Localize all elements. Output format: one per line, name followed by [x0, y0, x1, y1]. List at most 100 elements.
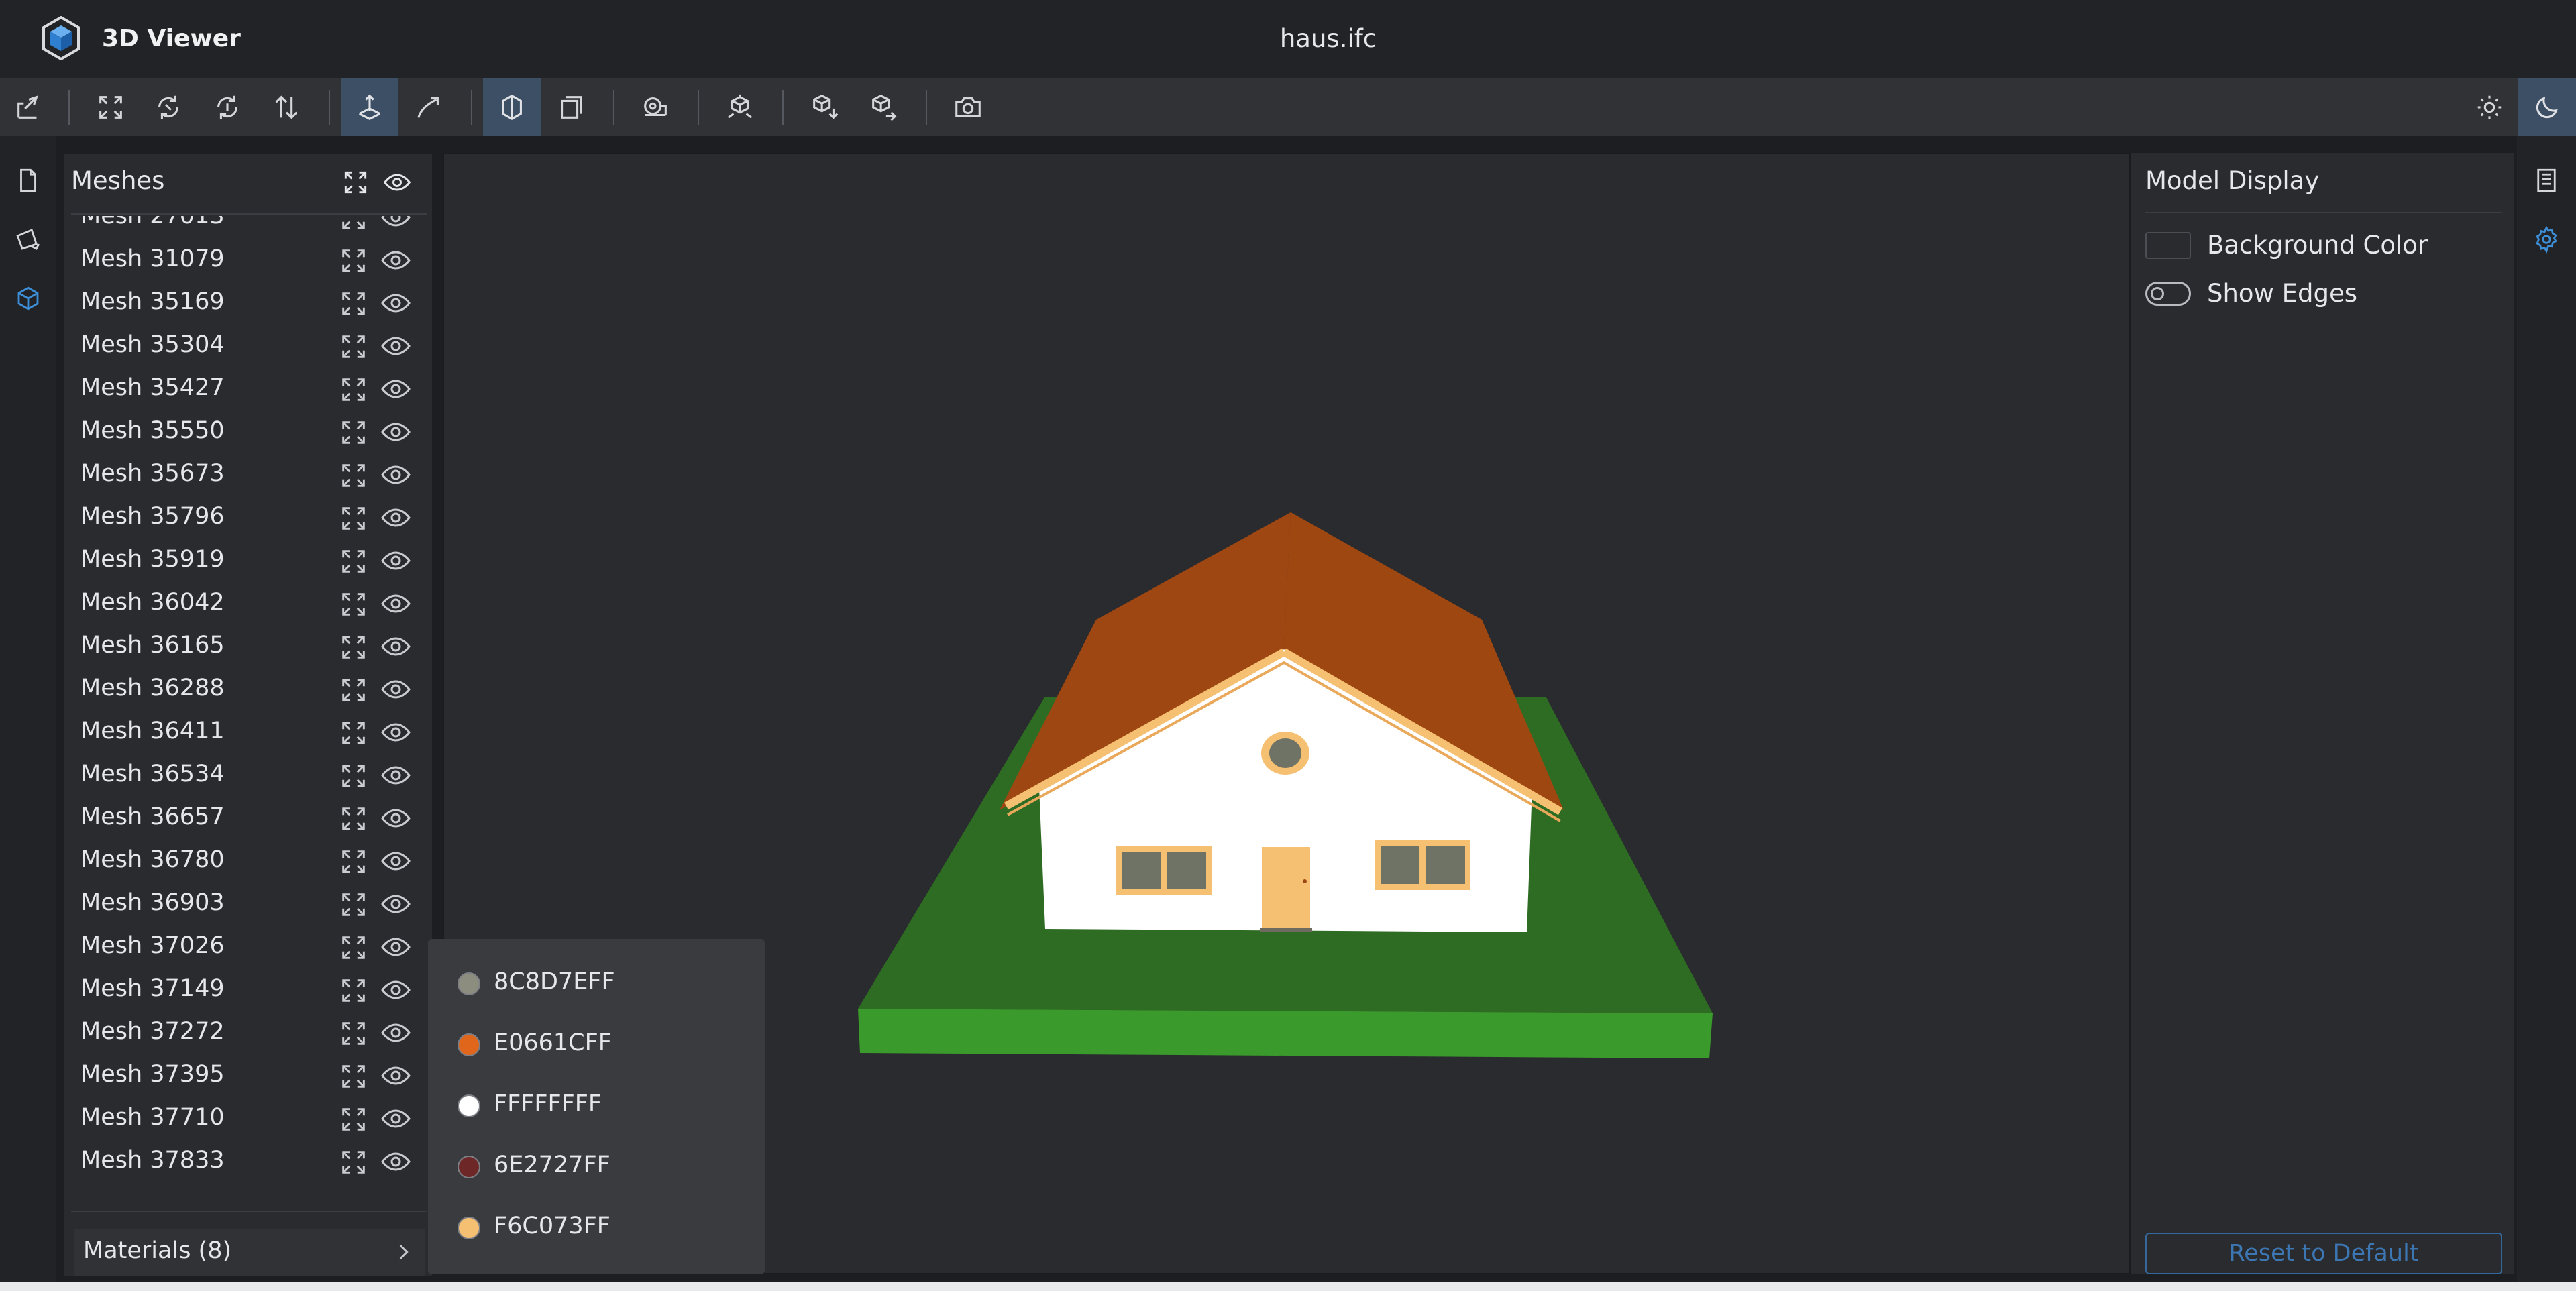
- fit-mesh-icon[interactable]: [338, 1104, 369, 1135]
- fit-mesh-icon[interactable]: [338, 288, 369, 319]
- visibility-eye-icon[interactable]: [380, 759, 412, 791]
- show-edges-toggle[interactable]: [2145, 282, 2191, 306]
- details-icon[interactable]: [2529, 163, 2564, 198]
- mesh-list-item[interactable]: Mesh 27013: [64, 216, 432, 239]
- mesh-list-item[interactable]: Mesh 35304: [64, 325, 432, 368]
- material-item[interactable]: FFFFFFFF: [458, 1085, 753, 1125]
- visibility-eye-icon[interactable]: [380, 244, 412, 276]
- fit-all-icon[interactable]: [82, 78, 140, 136]
- material-item[interactable]: F6C073FF: [458, 1207, 753, 1247]
- mesh-list-item[interactable]: Mesh 36042: [64, 582, 432, 625]
- mesh-list-item[interactable]: Mesh 35796: [64, 496, 432, 539]
- visibility-eye-icon[interactable]: [380, 330, 412, 362]
- orthographic-camera-icon[interactable]: [542, 78, 600, 136]
- mesh-list-item[interactable]: Mesh 35673: [64, 453, 432, 496]
- visibility-eye-icon[interactable]: [380, 931, 412, 963]
- mesh-list-item[interactable]: Mesh 37149: [64, 968, 432, 1011]
- fit-mesh-icon[interactable]: [338, 889, 369, 920]
- fit-mesh-icon[interactable]: [338, 417, 369, 448]
- measure-icon[interactable]: [627, 78, 684, 136]
- rotate-x-icon[interactable]: [140, 78, 197, 136]
- fit-mesh-icon[interactable]: [338, 675, 369, 706]
- mesh-list-item[interactable]: Mesh 36411: [64, 711, 432, 754]
- dark-theme-icon[interactable]: [2518, 78, 2576, 136]
- mesh-list-item[interactable]: Mesh 37833: [64, 1140, 432, 1183]
- fit-mesh-icon[interactable]: [338, 216, 369, 233]
- navigation-icon[interactable]: [11, 222, 46, 257]
- mesh-list-item[interactable]: Mesh 37272: [64, 1011, 432, 1054]
- mesh-list-item[interactable]: Mesh 35427: [64, 368, 432, 410]
- fit-mesh-icon[interactable]: [338, 846, 369, 877]
- mesh-list-item[interactable]: Mesh 37026: [64, 925, 432, 968]
- visibility-eye-icon[interactable]: [380, 716, 412, 748]
- mesh-list-item[interactable]: Mesh 31079: [64, 239, 432, 282]
- mesh-list-item[interactable]: Mesh 35919: [64, 539, 432, 582]
- fit-mesh-icon[interactable]: [338, 546, 369, 577]
- snapshot-icon[interactable]: [939, 78, 997, 136]
- rotate-y-icon[interactable]: [199, 78, 256, 136]
- fit-mesh-icon[interactable]: [338, 331, 369, 362]
- visibility-eye-icon[interactable]: [380, 673, 412, 706]
- fit-mesh-icon[interactable]: [338, 932, 369, 963]
- cube-down-icon[interactable]: [796, 78, 853, 136]
- fit-mesh-icon[interactable]: [338, 589, 369, 620]
- file-icon[interactable]: [11, 163, 46, 198]
- visibility-eye-icon[interactable]: [380, 1017, 412, 1049]
- fit-mesh-icon[interactable]: [338, 1018, 369, 1049]
- toggle-all-visibility-icon[interactable]: [380, 165, 415, 200]
- visibility-eye-icon[interactable]: [380, 502, 412, 534]
- mesh-list-item[interactable]: Mesh 36534: [64, 754, 432, 797]
- settings-icon[interactable]: [2529, 222, 2564, 257]
- visibility-eye-icon[interactable]: [380, 416, 412, 448]
- visibility-eye-icon[interactable]: [380, 459, 412, 491]
- visibility-eye-icon[interactable]: [380, 630, 412, 663]
- visibility-eye-icon[interactable]: [380, 1060, 412, 1092]
- light-theme-icon[interactable]: [2461, 78, 2518, 136]
- mesh-list-item[interactable]: Mesh 36165: [64, 625, 432, 668]
- material-item[interactable]: 6E2727FF: [458, 1146, 753, 1186]
- fit-mesh-icon[interactable]: [338, 503, 369, 534]
- visibility-eye-icon[interactable]: [380, 216, 412, 233]
- mesh-list-item[interactable]: Mesh 36657: [64, 797, 432, 840]
- material-item[interactable]: 8C8D7EFF: [458, 963, 753, 1003]
- fit-mesh-icon[interactable]: [338, 975, 369, 1006]
- flip-axis-icon[interactable]: [258, 78, 315, 136]
- open-file-icon[interactable]: [0, 78, 58, 136]
- fit-mesh-icon[interactable]: [338, 761, 369, 791]
- visibility-eye-icon[interactable]: [380, 974, 412, 1006]
- visibility-eye-icon[interactable]: [380, 1103, 412, 1135]
- visibility-eye-icon[interactable]: [380, 802, 412, 834]
- visibility-eye-icon[interactable]: [380, 545, 412, 577]
- fit-mesh-icon[interactable]: [338, 1147, 369, 1178]
- mesh-list[interactable]: Mesh 27013 Mesh 31079 Mesh 35169 Mesh 35304…: [64, 216, 432, 1209]
- visibility-eye-icon[interactable]: [380, 373, 412, 405]
- material-item[interactable]: E0661CFF: [458, 1024, 753, 1064]
- mesh-list-item[interactable]: Mesh 36903: [64, 883, 432, 925]
- fit-mesh-icon[interactable]: [338, 632, 369, 663]
- fit-mesh-icon[interactable]: [338, 1061, 369, 1092]
- free-fly-icon[interactable]: [400, 78, 458, 136]
- fit-mesh-icon[interactable]: [338, 245, 369, 276]
- fit-mesh-icon[interactable]: [338, 803, 369, 834]
- perspective-camera-icon[interactable]: [483, 78, 541, 136]
- mesh-list-item[interactable]: Mesh 36288: [64, 668, 432, 711]
- fit-mesh-icon[interactable]: [338, 374, 369, 405]
- mesh-list-item[interactable]: Mesh 37395: [64, 1054, 432, 1097]
- visibility-eye-icon[interactable]: [380, 888, 412, 920]
- meshes-icon[interactable]: [11, 281, 46, 316]
- mesh-list-item[interactable]: Mesh 35169: [64, 282, 432, 325]
- fit-all-meshes-icon[interactable]: [338, 165, 373, 200]
- fit-mesh-icon[interactable]: [338, 718, 369, 748]
- visibility-eye-icon[interactable]: [380, 845, 412, 877]
- visibility-eye-icon[interactable]: [380, 587, 412, 620]
- materials-section[interactable]: Materials (8): [74, 1229, 425, 1276]
- visibility-eye-icon[interactable]: [380, 287, 412, 319]
- mesh-list-item[interactable]: Mesh 37710: [64, 1097, 432, 1140]
- reset-to-default-button[interactable]: Reset to Default: [2145, 1233, 2502, 1274]
- background-color-swatch[interactable]: [2145, 232, 2191, 259]
- fit-mesh-icon[interactable]: [338, 460, 369, 491]
- orbit-mode-icon[interactable]: [341, 78, 398, 136]
- mesh-list-item[interactable]: Mesh 35550: [64, 410, 432, 453]
- explode-icon[interactable]: [711, 78, 769, 136]
- visibility-eye-icon[interactable]: [380, 1145, 412, 1178]
